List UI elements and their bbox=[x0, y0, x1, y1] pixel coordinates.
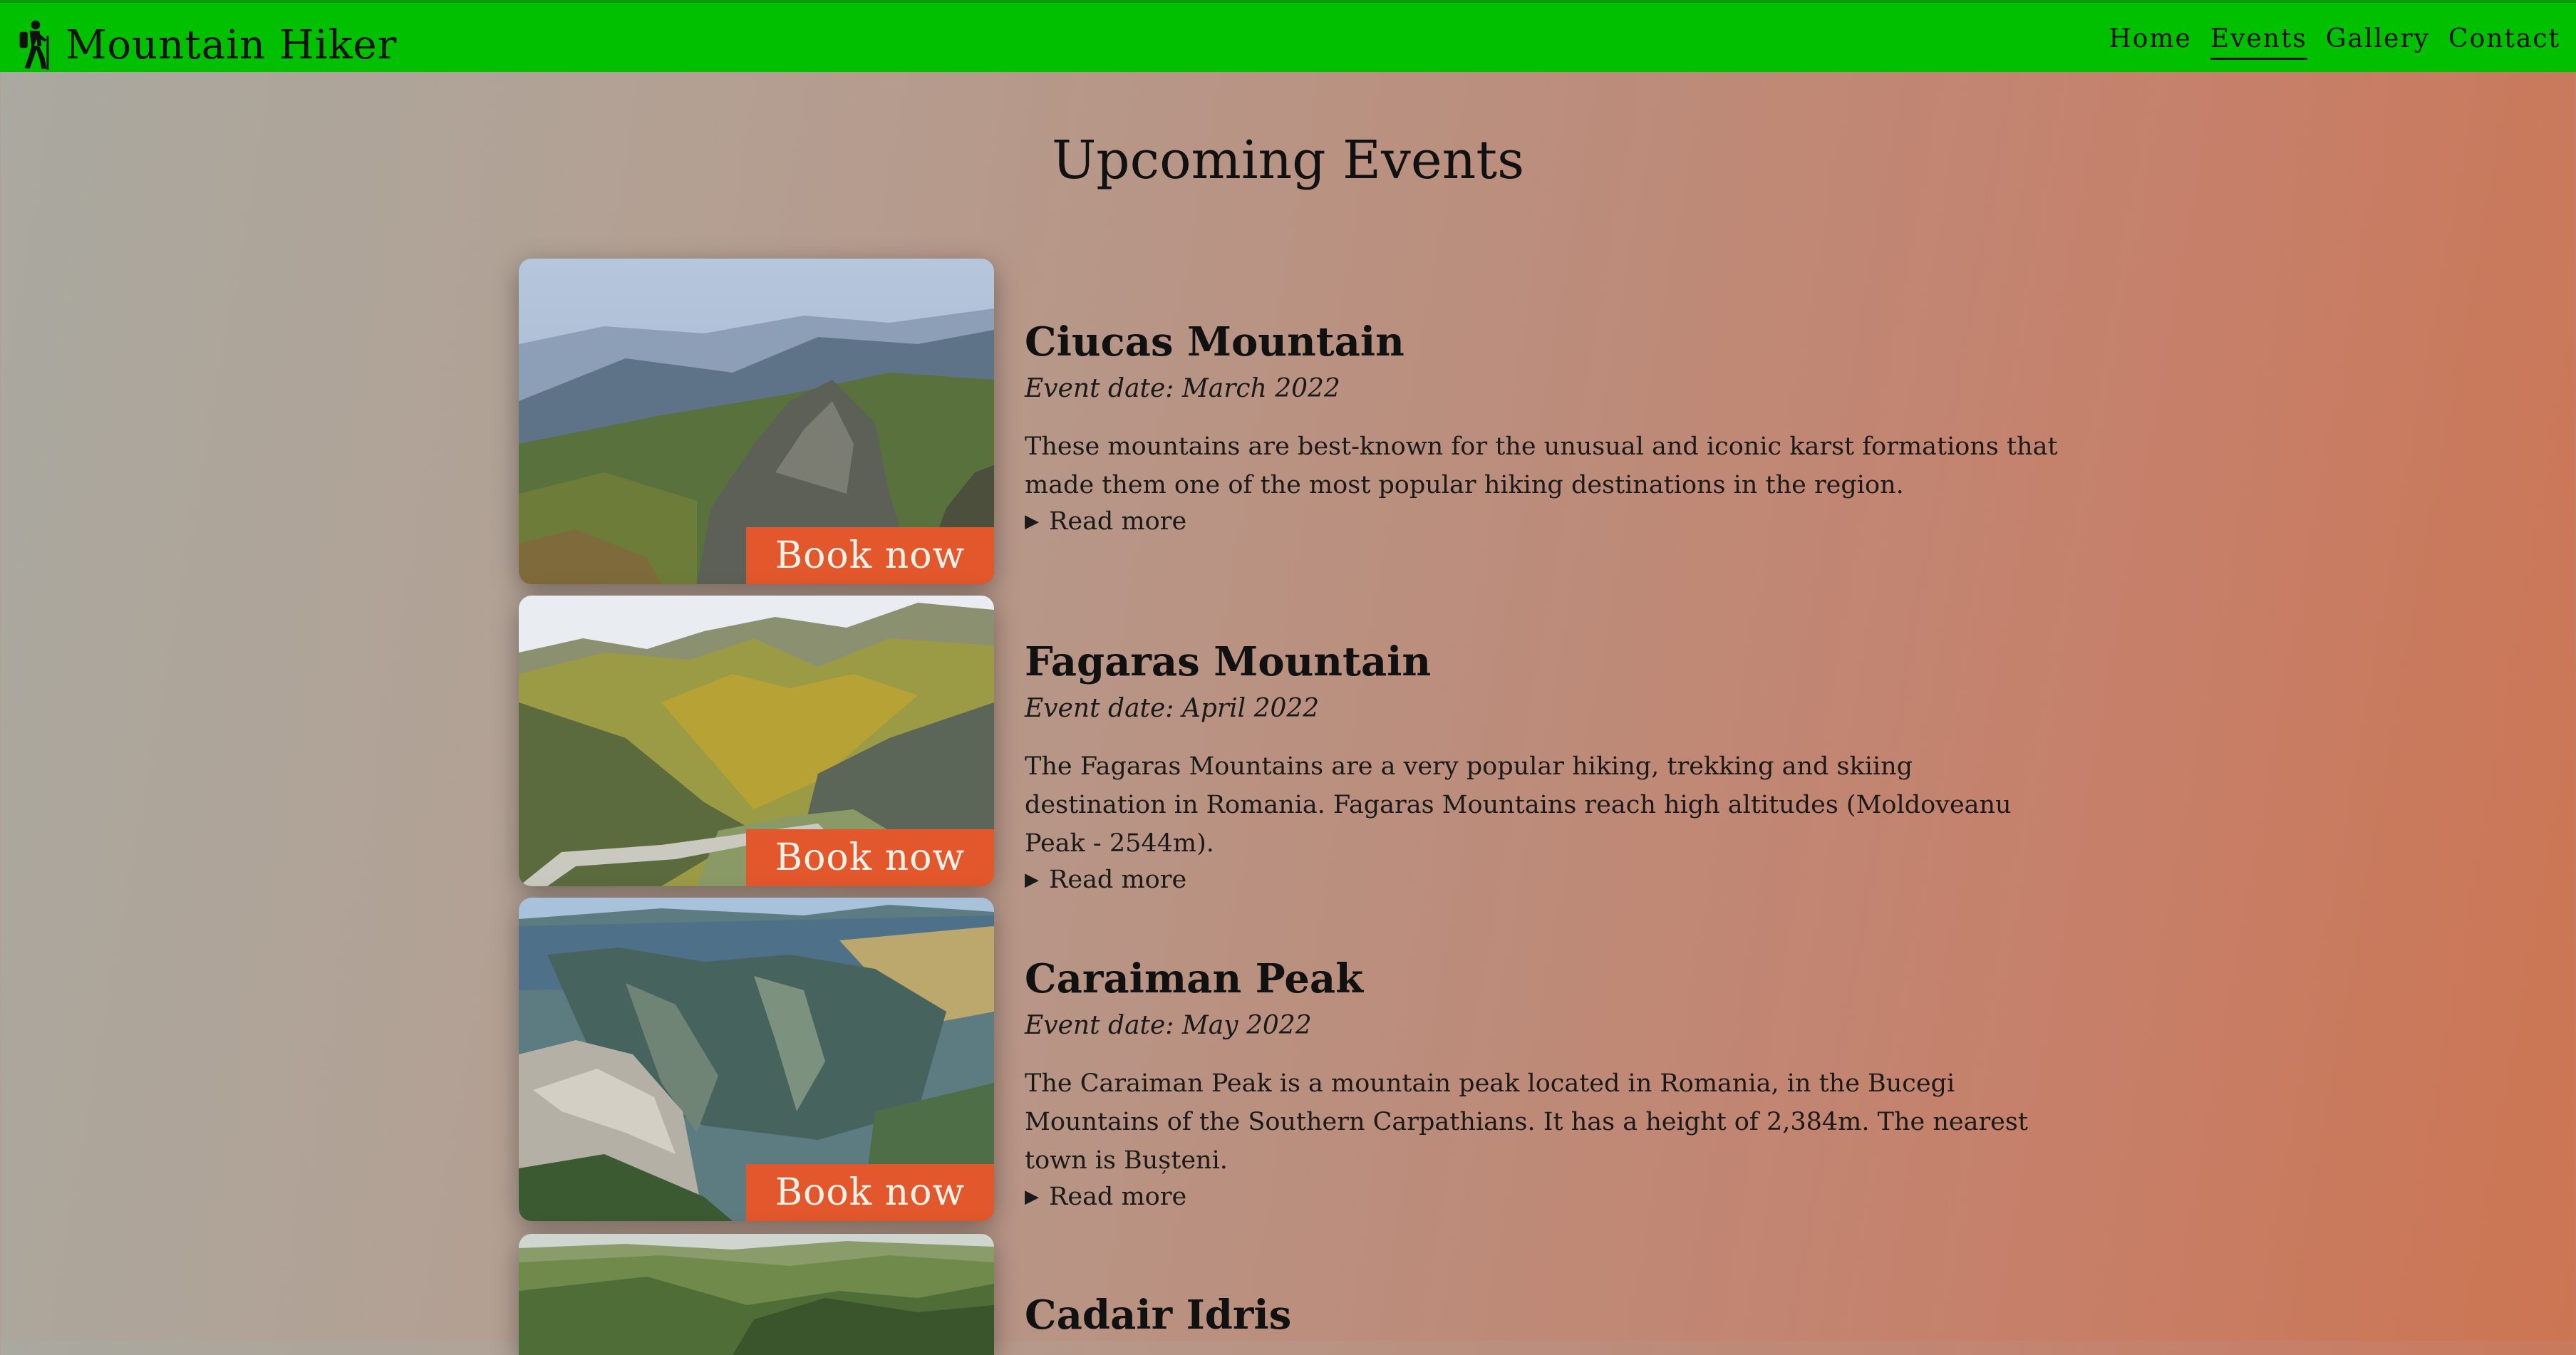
nav-home[interactable]: Home bbox=[2109, 24, 2192, 60]
event-date: Event date: March 2022 bbox=[1025, 374, 1340, 403]
event-title: Caraiman Peak bbox=[1025, 955, 1363, 1002]
nav-links: Home Events Gallery Contact bbox=[2109, 24, 2560, 60]
read-more-label: Read more bbox=[1049, 507, 1187, 536]
page-title: Upcoming Events bbox=[1051, 130, 1525, 191]
nav-events[interactable]: Events bbox=[2210, 24, 2307, 60]
disclosure-triangle-icon: ▶ bbox=[1025, 869, 1039, 891]
event-description: The Caraiman Peak is a mountain peak loc… bbox=[1025, 1069, 2028, 1175]
book-now-button[interactable]: Book now bbox=[746, 829, 994, 886]
mountain-photo-image bbox=[519, 1234, 994, 1355]
event-date: Event date: May 2022 bbox=[1025, 1011, 1312, 1040]
brand[interactable]: Mountain Hiker bbox=[16, 20, 397, 70]
event-photo bbox=[519, 1234, 994, 1355]
read-more-label: Read more bbox=[1049, 1183, 1187, 1211]
event-photo: Book now bbox=[519, 596, 994, 886]
event-info: Fagaras Mountain Event date: April 2022 … bbox=[1025, 638, 2058, 894]
disclosure-triangle-icon: ▶ bbox=[1025, 1186, 1039, 1208]
read-more-toggle[interactable]: ▶ Read more bbox=[1025, 1183, 2058, 1211]
event-photo: Book now bbox=[519, 898, 994, 1221]
event-info: Ciucas Mountain Event date: March 2022 T… bbox=[1025, 318, 2058, 536]
event-description: These mountains are best-known for the u… bbox=[1025, 432, 2058, 499]
brand-name: Mountain Hiker bbox=[66, 21, 398, 68]
event-date: Event date: April 2022 bbox=[1025, 694, 1320, 723]
read-more-label: Read more bbox=[1049, 866, 1187, 894]
event-title: Cadair Idris bbox=[1025, 1292, 1292, 1339]
book-now-button[interactable]: Book now bbox=[746, 527, 994, 584]
read-more-toggle[interactable]: ▶ Read more bbox=[1025, 866, 2058, 894]
nav-contact[interactable]: Contact bbox=[2448, 24, 2560, 60]
event-photo: Book now bbox=[519, 259, 994, 584]
event-title: Fagaras Mountain bbox=[1025, 638, 1432, 685]
navbar: Mountain Hiker Home Events Gallery Conta… bbox=[0, 0, 2576, 72]
event-info: Cadair Idris bbox=[1025, 1292, 2058, 1339]
hiker-icon bbox=[19, 20, 49, 70]
book-now-button[interactable]: Book now bbox=[746, 1164, 994, 1221]
disclosure-triangle-icon: ▶ bbox=[1025, 511, 1039, 532]
read-more-toggle[interactable]: ▶ Read more bbox=[1025, 507, 2058, 536]
nav-gallery[interactable]: Gallery bbox=[2326, 24, 2430, 60]
event-title: Ciucas Mountain bbox=[1025, 318, 1405, 365]
event-description: The Fagaras Mountains are a very popular… bbox=[1025, 752, 2012, 858]
event-info: Caraiman Peak Event date: May 2022 The C… bbox=[1025, 955, 2058, 1211]
